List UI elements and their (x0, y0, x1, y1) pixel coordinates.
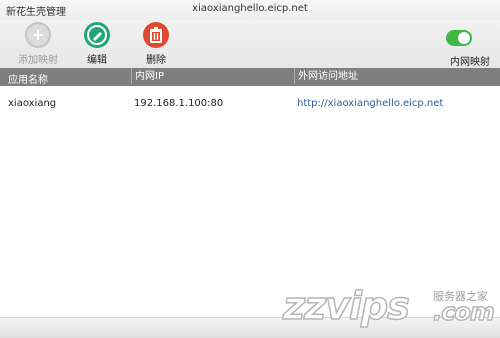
edit-label: 编辑 (87, 55, 107, 66)
toggle-knob (458, 32, 470, 44)
toolbar: 添加映射 编辑 删除 内网映射 (0, 20, 500, 68)
column-header-public-url[interactable]: 外网访问地址 (294, 68, 358, 84)
intranet-mapping-toggle[interactable] (446, 30, 472, 46)
watermark: zzvips 服务器之家 .com (282, 278, 498, 329)
trash-icon (143, 22, 169, 48)
cell-public-url[interactable]: http://xiaoxianghello.eicp.net (297, 98, 443, 109)
column-header-intranet-ip[interactable]: 内网IP (131, 68, 164, 84)
edit-button[interactable]: 编辑 (72, 22, 122, 66)
watermark-main: zzvips (282, 283, 410, 329)
watermark-suffix: .com (432, 297, 495, 327)
window-title: xiaoxianghello.eicp.net (192, 3, 308, 14)
add-icon (25, 22, 51, 48)
table-header: 应用名称 内网IP 外网访问地址 (0, 68, 500, 86)
title-bar: 新花生壳管理 xiaoxianghello.eicp.net (0, 0, 500, 20)
add-mapping-label: 添加映射 (18, 55, 58, 66)
delete-button[interactable]: 删除 (131, 22, 181, 66)
add-mapping-button[interactable]: 添加映射 (13, 22, 63, 66)
cell-app-name: xiaoxiang (8, 98, 57, 109)
edit-icon (84, 22, 110, 48)
delete-label: 删除 (146, 55, 166, 66)
column-header-app-name[interactable]: 应用名称 (8, 71, 48, 86)
cell-intranet-ip: 192.168.1.100:80 (134, 98, 224, 109)
intranet-mapping-label: 内网映射 (450, 57, 490, 68)
table-row[interactable]: xiaoxiang 192.168.1.100:80 http://xiaoxi… (0, 90, 500, 116)
